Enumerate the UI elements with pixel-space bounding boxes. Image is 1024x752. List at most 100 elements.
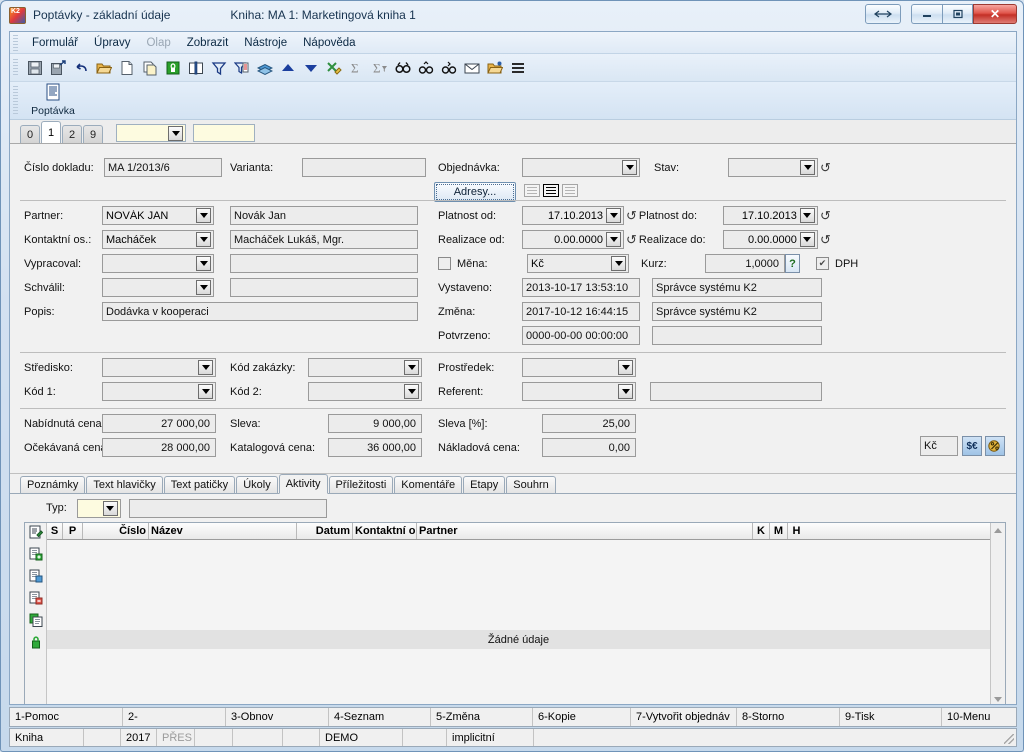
grid-column-h[interactable]: H — [788, 523, 805, 539]
menu-icon[interactable] — [507, 57, 528, 78]
chevron-down-icon[interactable] — [168, 125, 183, 141]
grid-column-datum[interactable]: Datum — [297, 523, 353, 539]
input-sleva[interactable]: 9 000,00 — [328, 414, 422, 433]
kurz-help-button[interactable]: ? — [785, 254, 800, 273]
menu-item-nastroje[interactable]: Nástroje — [236, 35, 295, 51]
index-tab-9[interactable]: 9 — [83, 125, 103, 143]
input-varianta[interactable] — [302, 158, 426, 177]
combo-mena[interactable]: Kč — [527, 254, 629, 273]
find-prev-icon[interactable] — [415, 57, 436, 78]
fnkey-3[interactable]: 3-Obnov — [226, 708, 329, 726]
grid-vertical-scrollbar[interactable] — [990, 523, 1005, 704]
combo-platnost-od[interactable]: 17.10.2013 — [522, 206, 624, 225]
save-as-icon[interactable] — [47, 57, 68, 78]
close-icon[interactable]: ✕ — [973, 4, 1017, 24]
mena-checkbox[interactable] — [438, 257, 451, 270]
input-partner-name[interactable]: Novák Jan — [230, 206, 418, 225]
index-filter-input[interactable] — [193, 124, 255, 142]
combo-stredisko[interactable] — [102, 358, 216, 377]
delete-record-icon[interactable] — [29, 591, 43, 608]
adresy-button[interactable]: Adresy... — [434, 182, 516, 202]
combo-stav[interactable] — [728, 158, 818, 177]
combo-kod2[interactable] — [308, 382, 422, 401]
input-typ-text[interactable] — [128, 498, 327, 518]
history-icon[interactable]: ↻ — [820, 160, 831, 175]
tab-aktivity[interactable]: Aktivity — [278, 474, 328, 494]
chevron-down-icon[interactable] — [196, 208, 211, 223]
input-cislo-dokladu[interactable]: MA 1/2013/6 — [104, 158, 222, 177]
chevron-down-icon[interactable] — [196, 256, 211, 271]
combo-kod-zakazky[interactable] — [308, 358, 422, 377]
maximize-icon[interactable] — [942, 4, 973, 24]
input-popis[interactable]: Dodávka v kooperaci — [102, 302, 418, 321]
fnkey-8[interactable]: 8-Storno — [737, 708, 840, 726]
copy-record-icon[interactable] — [29, 613, 43, 630]
input-zmena-date[interactable]: 2017-10-12 16:44:15 — [522, 302, 640, 321]
input-vystaveno-user[interactable]: Správce systému K2 — [652, 278, 822, 297]
history-icon[interactable]: ↻ — [820, 232, 831, 247]
combo-kod1[interactable] — [102, 382, 216, 401]
index-tab-2[interactable]: 2 — [62, 125, 82, 143]
chevron-down-icon[interactable] — [196, 232, 211, 247]
down-arrow-icon[interactable] — [300, 57, 321, 78]
open-doc-icon[interactable] — [484, 57, 505, 78]
filter-document-icon[interactable] — [231, 57, 252, 78]
scroll-up-icon[interactable] — [992, 524, 1005, 537]
history-icon[interactable]: ↻ — [626, 208, 637, 223]
resize-grip[interactable] — [1004, 734, 1014, 744]
combo-objednavka[interactable] — [522, 158, 640, 177]
grid-column-cislo[interactable]: Číslo — [83, 523, 149, 539]
align-justify-icon[interactable] — [543, 184, 559, 197]
grid-column-s[interactable]: S — [47, 523, 63, 539]
chevron-down-icon[interactable] — [606, 208, 621, 223]
chevron-down-icon[interactable] — [799, 232, 815, 247]
input-vypracoval-name[interactable] — [230, 254, 418, 273]
combo-referent[interactable] — [522, 382, 636, 401]
chevron-down-icon[interactable] — [198, 360, 213, 375]
fnkey-9[interactable]: 9-Tisk — [840, 708, 942, 726]
input-nabidnuta-cena[interactable]: 27 000,00 — [102, 414, 216, 433]
input-ocekavana-cena[interactable]: 28 000,00 — [102, 438, 216, 457]
chevron-down-icon[interactable] — [404, 384, 419, 399]
grid-column-p[interactable]: P — [63, 523, 83, 539]
grid-column-nazev[interactable]: Název — [149, 523, 297, 539]
combo-vypracoval[interactable] — [102, 254, 214, 273]
fnkey-4[interactable]: 4-Seznam — [329, 708, 431, 726]
index-tab-1[interactable]: 1 — [41, 121, 61, 143]
input-potvrzeno-date[interactable]: 0000-00-00 00:00:00 — [522, 326, 640, 345]
fnkey-5[interactable]: 5-Změna — [431, 708, 533, 726]
input-referent-name[interactable] — [650, 382, 822, 401]
tab-souhrn[interactable]: Souhrn — [506, 476, 556, 493]
add-record-icon[interactable] — [29, 547, 43, 564]
tab-ukoly[interactable]: Úkoly — [236, 476, 278, 493]
combo-schvalil[interactable] — [102, 278, 214, 297]
fnkey-10[interactable]: 10-Menu — [942, 708, 1016, 726]
align-right-icon[interactable] — [562, 184, 578, 197]
history-icon[interactable]: ↻ — [820, 208, 831, 223]
input-sleva-pct[interactable]: 25,00 — [542, 414, 636, 433]
combo-typ[interactable] — [76, 498, 121, 518]
index-tab-0[interactable]: 0 — [20, 125, 40, 143]
find-icon[interactable] — [392, 57, 413, 78]
input-schvalil-name[interactable] — [230, 278, 418, 297]
chevron-down-icon[interactable] — [800, 160, 815, 175]
chevron-down-icon[interactable] — [611, 256, 626, 271]
fnkey-6[interactable]: 6-Kopie — [533, 708, 631, 726]
grid-column-partner[interactable]: Partner — [417, 523, 753, 539]
chevron-down-icon[interactable] — [198, 384, 213, 399]
grid-column-kontaktni-osoba[interactable]: Kontaktní o — [353, 523, 417, 539]
tab-poznamky[interactable]: Poznámky — [20, 476, 86, 493]
history-icon[interactable]: ↻ — [626, 232, 637, 247]
input-zmena-user[interactable]: Správce systému K2 — [652, 302, 822, 321]
chevron-down-icon[interactable] — [618, 360, 633, 375]
input-katalogova-cena[interactable]: 36 000,00 — [328, 438, 422, 457]
tab-text-hlavicky[interactable]: Text hlavičky — [86, 476, 163, 493]
index-filter-combo[interactable] — [116, 124, 186, 142]
chevron-down-icon[interactable] — [196, 280, 211, 295]
new-document-icon[interactable] — [116, 57, 137, 78]
menu-item-napoveda[interactable]: Nápověda — [295, 35, 363, 51]
mail-icon[interactable] — [461, 57, 482, 78]
open-folder-icon[interactable] — [93, 57, 114, 78]
book-icon[interactable] — [185, 57, 206, 78]
print-stack-icon[interactable] — [254, 57, 275, 78]
